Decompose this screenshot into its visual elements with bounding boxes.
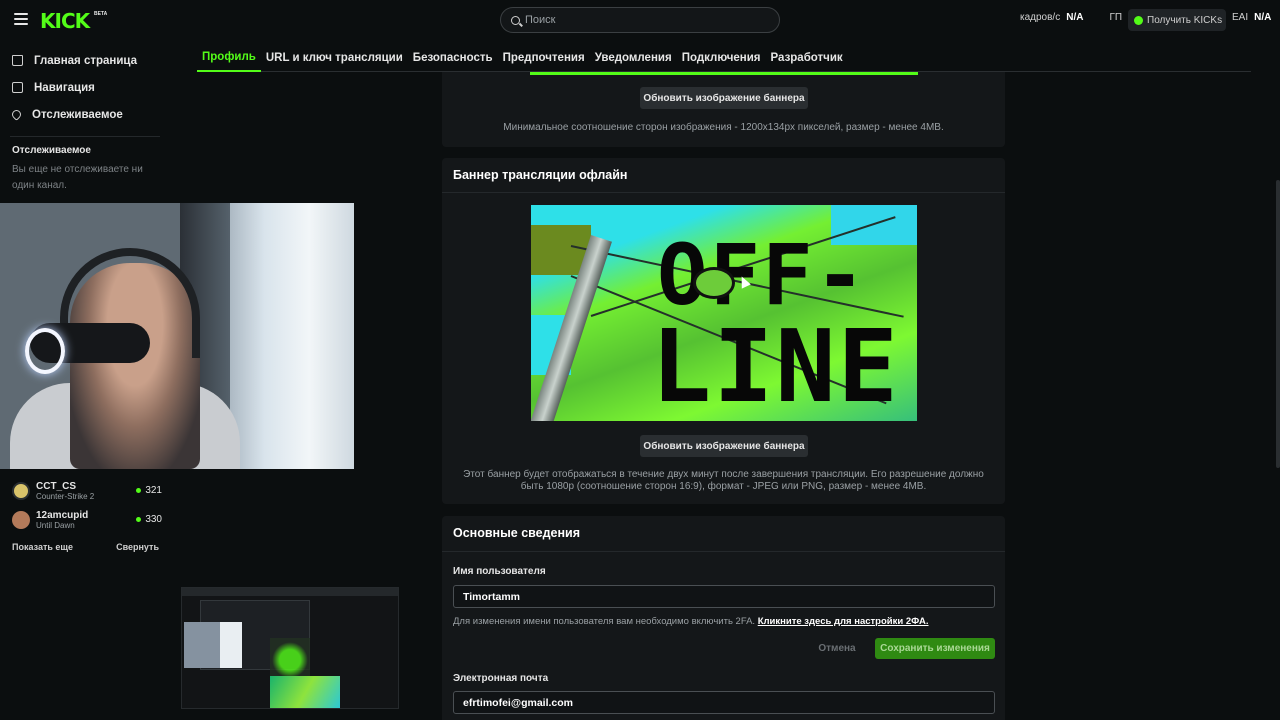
offline-banner-title: Баннер трансляции офлайн bbox=[453, 168, 628, 182]
divider bbox=[442, 551, 1005, 552]
channel-game: Until Dawn bbox=[36, 520, 75, 530]
email-field[interactable]: efrtimofei@gmail.com bbox=[453, 691, 995, 714]
update-profile-banner-button[interactable]: Обновить изображение баннера bbox=[640, 87, 808, 109]
offline-banner-image[interactable]: OFF- LINE bbox=[531, 205, 917, 421]
get-kicks-button[interactable]: Получить KICKs bbox=[1128, 9, 1226, 31]
channel-game: Counter-Strike 2 bbox=[36, 491, 95, 501]
fps-label: кадров/с bbox=[1020, 12, 1061, 23]
channel-name: CCT_CS bbox=[36, 480, 77, 492]
banner-text-line: LINE bbox=[651, 308, 900, 421]
scrollbar[interactable] bbox=[1276, 180, 1280, 468]
home-icon bbox=[12, 55, 23, 66]
sidebar-item-label: Главная страница bbox=[34, 54, 138, 67]
sidebar-item-label: Отслеживаемое bbox=[32, 108, 123, 121]
webcam-overlay bbox=[0, 203, 354, 469]
show-more-button[interactable]: Показать еще bbox=[12, 542, 73, 552]
kick-logo[interactable]: KICK bbox=[40, 9, 90, 33]
sidebar-item-label: Навигация bbox=[34, 81, 95, 94]
viewer-count: 321 bbox=[136, 485, 162, 496]
channel-list: CCT_CS Counter-Strike 2 321 12amcupid Un… bbox=[12, 476, 162, 534]
viewer-count: 330 bbox=[136, 514, 162, 525]
sidebar-item-home[interactable]: Главная страница bbox=[0, 47, 170, 74]
cancel-button[interactable]: Отмена bbox=[811, 638, 863, 659]
sidebar-item-following[interactable]: Отслеживаемое bbox=[0, 101, 170, 128]
heart-icon bbox=[10, 108, 23, 121]
username-label: Имя пользователя bbox=[453, 566, 546, 577]
tab-security[interactable]: Безопасность bbox=[408, 44, 498, 72]
basic-info-title: Основные сведения bbox=[453, 526, 581, 540]
offline-banner-card: Баннер трансляции офлайн OFF- LINE Обнов… bbox=[442, 158, 1005, 504]
tab-profile[interactable]: Профиль bbox=[197, 44, 261, 72]
following-title: Отслеживаемое bbox=[12, 145, 91, 156]
settings-tabs: Профиль URL и ключ трансляции Безопаснос… bbox=[197, 44, 1251, 72]
channel-name: 12amcupid bbox=[36, 509, 89, 521]
extra-value: N/A bbox=[1254, 12, 1272, 23]
banner-text-off: OFF- bbox=[657, 226, 868, 324]
stream-preview-thumbnail bbox=[181, 587, 399, 709]
extra-label: EAI bbox=[1232, 12, 1249, 23]
extra-stats: EAI N/A bbox=[1232, 12, 1271, 23]
sidebar-item-browse[interactable]: Навигация bbox=[0, 74, 170, 101]
avatar bbox=[12, 510, 30, 529]
tab-developer[interactable]: Разработчик bbox=[766, 44, 848, 72]
search-icon bbox=[511, 15, 520, 25]
update-offline-banner-button[interactable]: Обновить изображение баннера bbox=[640, 435, 808, 457]
live-dot-icon bbox=[136, 488, 142, 493]
tab-notifications[interactable]: Уведомления bbox=[590, 44, 677, 72]
username-note: Для изменения имени пользователя вам нео… bbox=[453, 616, 929, 627]
save-changes-button[interactable]: Сохранить изменения bbox=[875, 638, 995, 659]
get-kicks-label: Получить KICKs bbox=[1147, 14, 1223, 26]
offline-banner-note: Этот баннер будет отображаться в течение… bbox=[463, 469, 984, 492]
live-dot-icon bbox=[136, 517, 142, 522]
profile-banner-card: Обновить изображение баннера Минимальное… bbox=[442, 72, 1005, 147]
list-item[interactable]: 12amcupid Until Dawn 330 bbox=[12, 505, 162, 534]
email-label: Электронная почта bbox=[453, 673, 549, 684]
menu-icon[interactable] bbox=[14, 13, 28, 25]
setup-2fa-link[interactable]: Кликните здесь для настройки 2ФА. bbox=[758, 616, 929, 627]
fps-value: N/A bbox=[1066, 12, 1084, 23]
perf-stats: кадров/с N/A ГП 9 % bbox=[1020, 12, 1145, 23]
list-item[interactable]: CCT_CS Counter-Strike 2 321 bbox=[12, 476, 162, 505]
search-placeholder: Поиск bbox=[525, 14, 556, 26]
profile-banner-note: Минимальное соотношение сторон изображен… bbox=[503, 122, 944, 133]
tab-preferences[interactable]: Предпочтения bbox=[498, 44, 590, 72]
kicks-icon bbox=[1134, 15, 1143, 25]
channel-list-controls: Показать еще Свернуть bbox=[12, 542, 159, 552]
browse-icon bbox=[12, 82, 23, 93]
divider bbox=[442, 192, 1005, 193]
sidebar-divider bbox=[10, 136, 160, 137]
collapse-button[interactable]: Свернуть bbox=[116, 542, 159, 552]
basic-info-card: Основные сведения Имя пользователя Timor… bbox=[442, 516, 1005, 720]
profile-banner-preview bbox=[530, 72, 918, 75]
top-bar: KICK BETA Поиск кадров/с N/A ГП 9 % Полу… bbox=[0, 0, 1280, 40]
gpu-label: ГП bbox=[1109, 12, 1123, 23]
username-field[interactable]: Timortamm bbox=[453, 585, 995, 608]
tab-connections[interactable]: Подключения bbox=[677, 44, 766, 72]
search-input[interactable]: Поиск bbox=[500, 7, 780, 33]
following-empty-text: Вы еще не отслеживаете ни один канал. bbox=[12, 164, 143, 191]
avatar bbox=[12, 481, 30, 500]
tab-stream-url-key[interactable]: URL и ключ трансляции bbox=[261, 44, 408, 72]
beta-badge: BETA bbox=[94, 11, 108, 17]
